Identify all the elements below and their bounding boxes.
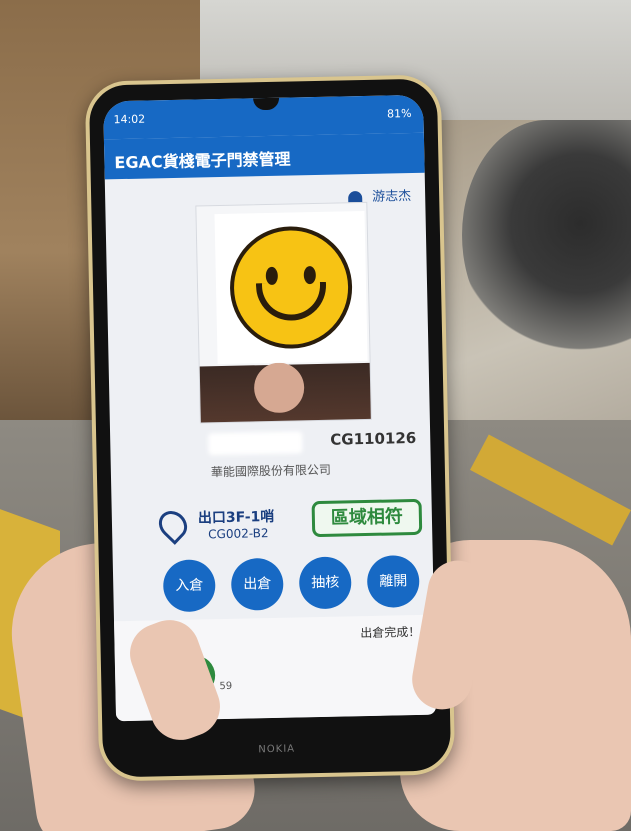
photo-card bbox=[195, 201, 372, 424]
device-brand: NOKIA bbox=[258, 743, 296, 756]
redacted-name bbox=[208, 431, 303, 456]
action-buttons: 入倉 出倉 抽核 離開 bbox=[162, 554, 423, 613]
smiley-icon bbox=[228, 225, 354, 350]
badge-id: CG110126 bbox=[330, 428, 417, 449]
check-in-button[interactable]: 入倉 bbox=[162, 559, 216, 613]
countdown: 59 bbox=[219, 680, 233, 693]
status-message: 出倉完成！ bbox=[360, 624, 421, 641]
location-pin-icon bbox=[153, 505, 193, 545]
location-name: 出口3F-1哨 bbox=[197, 508, 275, 527]
app-title: EGAC貨棧電子門禁管理 bbox=[114, 149, 291, 173]
match-status-badge: 區域相符 bbox=[311, 498, 423, 538]
fan bbox=[462, 120, 631, 350]
status-time: 14:02 bbox=[113, 112, 146, 127]
gate-code: CG002-B2 bbox=[208, 526, 269, 542]
company-name: 華能國際股份有限公司 bbox=[210, 462, 332, 480]
app-bar: EGAC貨棧電子門禁管理 bbox=[103, 132, 425, 180]
user-name: 游志杰 bbox=[372, 188, 412, 205]
battery-level: 81% bbox=[386, 106, 412, 121]
smiley-mouth bbox=[255, 281, 327, 322]
check-out-button[interactable]: 出倉 bbox=[230, 557, 284, 611]
leave-button[interactable]: 離開 bbox=[366, 554, 420, 608]
camera-notch bbox=[253, 97, 280, 111]
inspect-button[interactable]: 抽核 bbox=[298, 556, 352, 610]
face-cover bbox=[214, 210, 368, 365]
